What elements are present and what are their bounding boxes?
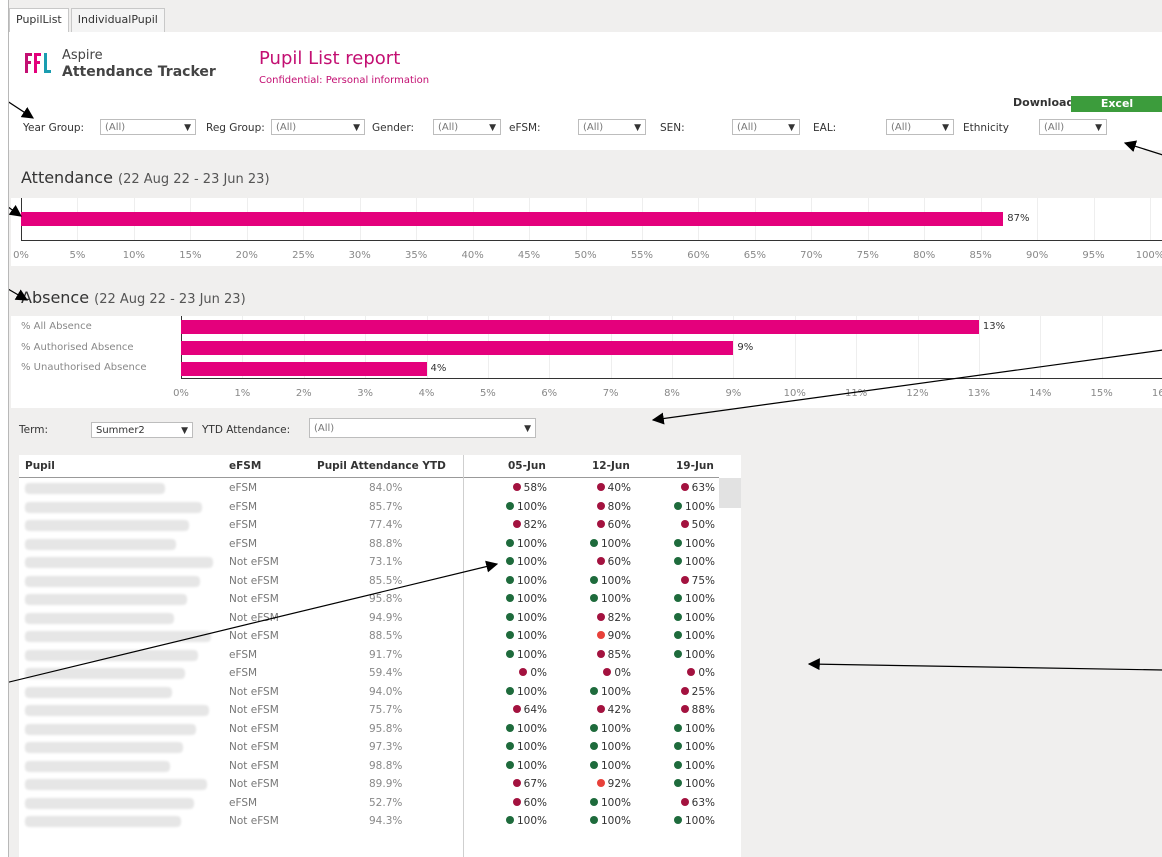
annotation-arrows [9, 101, 1162, 683]
arrow-absence [9, 288, 29, 301]
arrow-ytd-filter [651, 349, 1162, 425]
arrow-ethnicity [1123, 140, 1162, 156]
arrow-attendance [9, 204, 22, 217]
report-frame: PupilList IndividualPupil Aspire Attenda… [8, 0, 1162, 857]
arrow-table-area [807, 658, 1162, 671]
arrow-filters [9, 101, 35, 119]
arrow-traffic-light [9, 560, 499, 683]
